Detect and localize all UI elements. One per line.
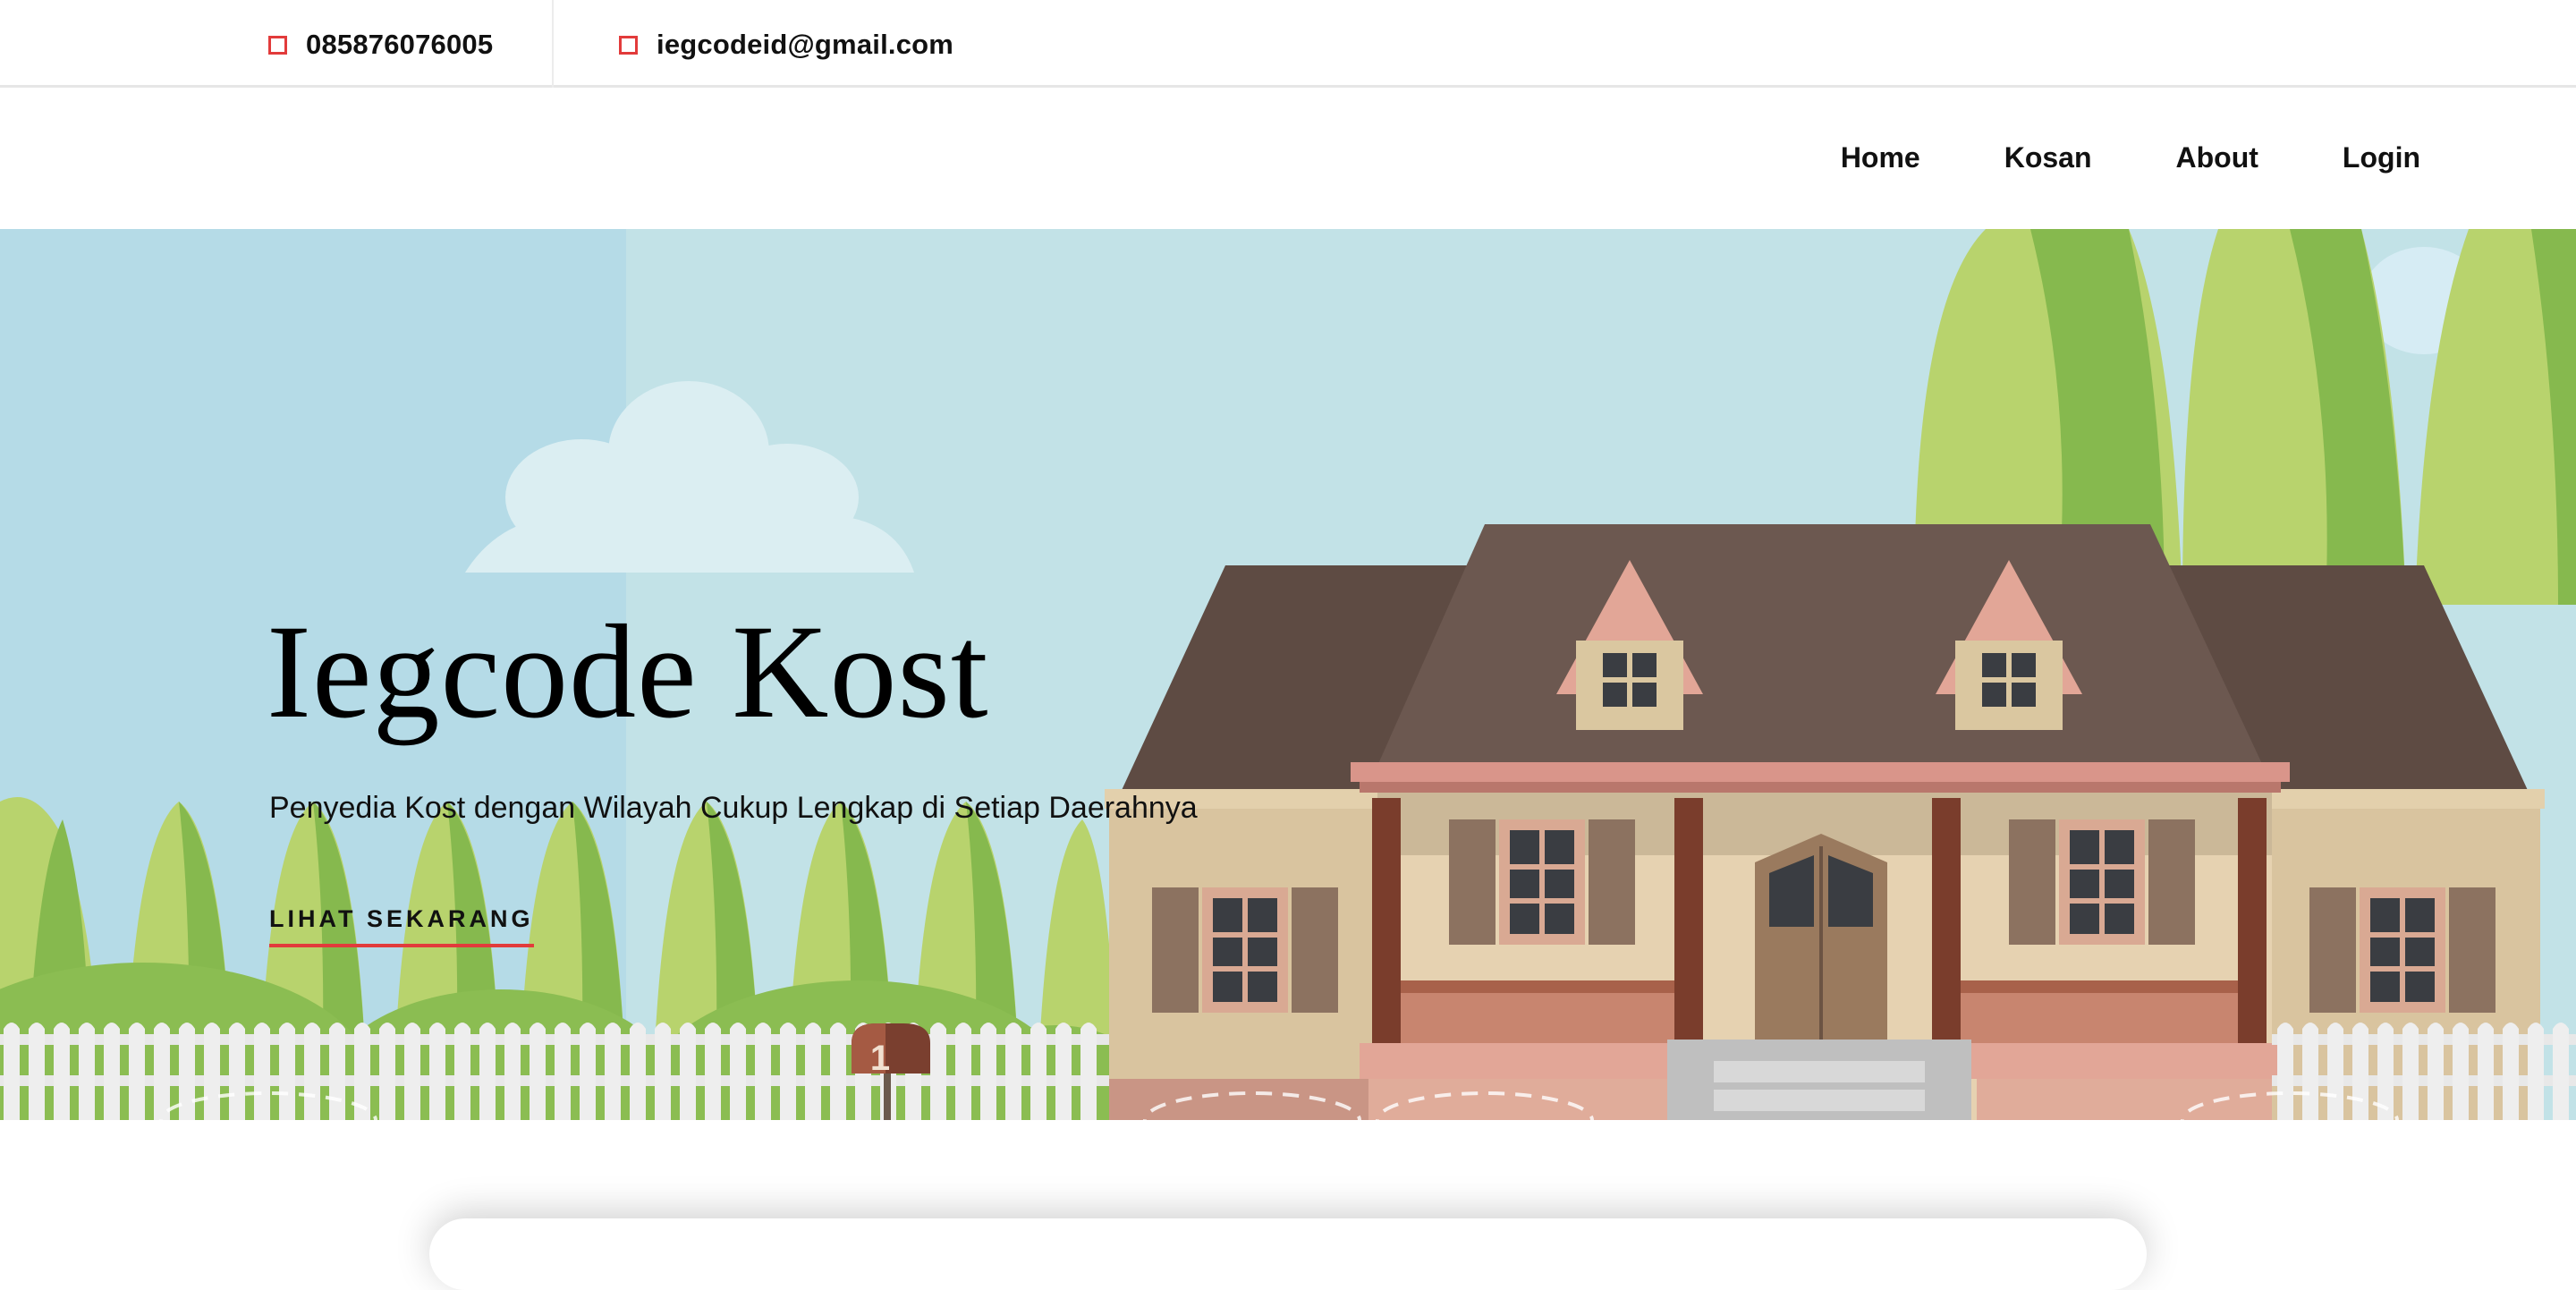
fence-picket bbox=[580, 1023, 596, 1120]
fence-picket bbox=[2302, 1023, 2318, 1120]
fence-picket bbox=[805, 1023, 821, 1120]
fence-picket bbox=[79, 1023, 95, 1120]
fence-picket bbox=[2402, 1023, 2419, 1120]
fence-picket bbox=[204, 1023, 220, 1120]
fence-picket bbox=[980, 1023, 996, 1120]
fence-picket bbox=[454, 1023, 470, 1120]
phone-number: 085876076005 bbox=[306, 29, 494, 60]
top-contact-bar: 085876076005 iegcodeid@gmail.com bbox=[0, 0, 2576, 88]
fence-picket bbox=[2428, 1023, 2444, 1120]
nav-item-about[interactable]: About bbox=[2176, 141, 2258, 174]
content-section bbox=[0, 1120, 2576, 1290]
fence-picket bbox=[2277, 1023, 2293, 1120]
email-contact[interactable]: iegcodeid@gmail.com bbox=[619, 27, 953, 63]
phone-contact[interactable]: 085876076005 bbox=[268, 27, 493, 63]
contact-divider bbox=[552, 0, 554, 88]
fence-picket bbox=[429, 1023, 445, 1120]
fence-picket bbox=[1055, 1023, 1072, 1120]
hero-title: Iegcode Kost bbox=[267, 598, 989, 746]
fence-picket bbox=[154, 1023, 170, 1120]
fence-picket bbox=[680, 1023, 696, 1120]
fence-picket bbox=[830, 1023, 846, 1120]
phone-icon bbox=[268, 35, 287, 55]
lihat-sekarang-button[interactable]: LIHAT SEKARANG bbox=[269, 905, 534, 947]
fence-picket bbox=[2503, 1023, 2519, 1120]
fence-picket bbox=[304, 1023, 320, 1120]
nav-item-home[interactable]: Home bbox=[1841, 141, 1920, 174]
fence-picket bbox=[479, 1023, 496, 1120]
fence-picket bbox=[530, 1023, 546, 1120]
fence-picket bbox=[555, 1023, 571, 1120]
fence-picket bbox=[4, 1023, 20, 1120]
nav-item-login[interactable]: Login bbox=[2343, 141, 2420, 174]
email-icon bbox=[619, 35, 638, 55]
fence-picket bbox=[605, 1023, 621, 1120]
fence-picket bbox=[54, 1023, 70, 1120]
fence-picket bbox=[1080, 1023, 1097, 1120]
fence-picket bbox=[2327, 1023, 2343, 1120]
fence-picket bbox=[780, 1023, 796, 1120]
fence-picket bbox=[2453, 1023, 2469, 1120]
main-navbar: Home Kosan About Login bbox=[0, 89, 2576, 229]
fence-picket bbox=[329, 1023, 345, 1120]
fence-picket bbox=[229, 1023, 245, 1120]
fence-picket bbox=[404, 1023, 420, 1120]
fence-picket bbox=[1005, 1023, 1021, 1120]
hero-section: 1 Iegcode Kost Penyedia Kost dengan Wila… bbox=[0, 229, 2576, 1120]
fence-picket bbox=[2553, 1023, 2569, 1120]
fence-picket bbox=[279, 1023, 295, 1120]
fence-picket bbox=[705, 1023, 721, 1120]
content-card bbox=[429, 1218, 2147, 1290]
hero-subtitle: Penyedia Kost dengan Wilayah Cukup Lengk… bbox=[269, 791, 1198, 825]
fence-picket bbox=[379, 1023, 395, 1120]
fence-picket bbox=[504, 1023, 521, 1120]
fence-picket bbox=[104, 1023, 120, 1120]
fence-picket bbox=[129, 1023, 145, 1120]
fence-picket bbox=[630, 1023, 646, 1120]
fence-picket bbox=[2478, 1023, 2494, 1120]
fence-picket bbox=[29, 1023, 45, 1120]
fence-picket bbox=[1030, 1023, 1046, 1120]
fence-picket bbox=[755, 1023, 771, 1120]
fence-picket bbox=[2352, 1023, 2368, 1120]
fence-picket bbox=[254, 1023, 270, 1120]
email-address: iegcodeid@gmail.com bbox=[657, 29, 954, 60]
fence-picket bbox=[655, 1023, 671, 1120]
fence-picket bbox=[2528, 1023, 2544, 1120]
fence-picket bbox=[730, 1023, 746, 1120]
nav-menu: Home Kosan About Login bbox=[1757, 141, 2420, 174]
nav-item-kosan[interactable]: Kosan bbox=[2004, 141, 2092, 174]
mailbox-number: 1 bbox=[870, 1039, 890, 1078]
fence-picket bbox=[930, 1023, 946, 1120]
fence-picket bbox=[955, 1023, 971, 1120]
